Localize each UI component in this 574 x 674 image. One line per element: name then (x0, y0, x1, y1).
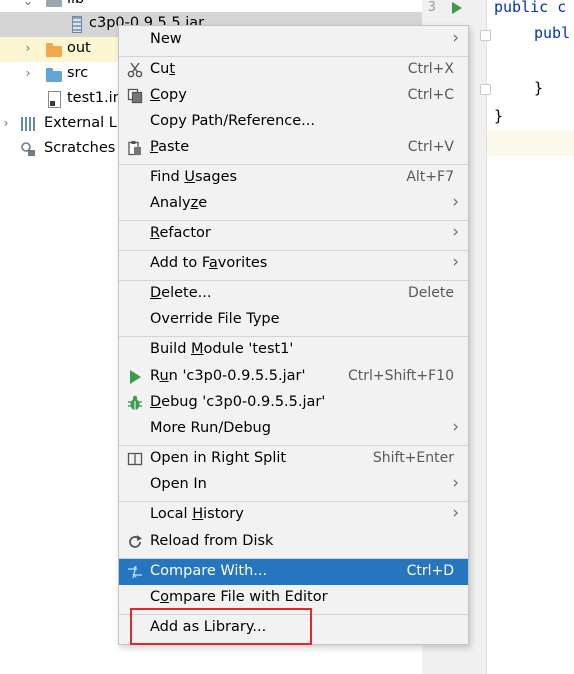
menu-item-label: More Run/Debug (150, 420, 271, 436)
menu-item-more-run-debug[interactable]: More Run/Debug › (119, 416, 468, 442)
current-line-highlight (487, 130, 574, 156)
code-line: } (494, 107, 504, 125)
menu-item-label: Cut (150, 61, 176, 77)
menu-item-label: Compare With... (150, 563, 268, 579)
code-line: public c (494, 0, 567, 16)
menu-item-label: New (150, 31, 182, 47)
shortcut-label: Ctrl+V (407, 139, 454, 155)
chevron-down-icon[interactable]: ⌄ (22, 0, 34, 8)
menu-item-label: Local History (150, 506, 244, 522)
menu-item-add-as-library[interactable]: Add as Library... (119, 615, 468, 641)
fold-marker-icon[interactable] (480, 84, 491, 95)
tree-label: out (67, 40, 91, 56)
menu-item-label: Add to Favorites (150, 255, 268, 271)
menu-item-label: Find Usages (150, 169, 238, 185)
shortcut-label: Ctrl+D (406, 563, 454, 579)
submenu-arrow-icon: › (452, 28, 459, 48)
submenu-arrow-icon: › (452, 473, 459, 493)
folder-icon (46, 0, 62, 7)
chevron-right-icon[interactable]: › (22, 41, 34, 55)
menu-item-label: Add as Library... (150, 619, 267, 635)
menu-item-label: Override File Type (150, 311, 280, 327)
line-number: 3 (428, 0, 436, 15)
tree-label: lib (67, 0, 84, 7)
menu-item-refactor[interactable]: Refactor › (119, 221, 468, 247)
library-icon (21, 117, 37, 131)
menu-item-copy-path[interactable]: Copy Path/Reference... (119, 109, 468, 135)
submenu-arrow-icon: › (452, 222, 459, 242)
scissors-icon (127, 62, 143, 78)
menu-item-label: Compare File with Editor (150, 589, 328, 605)
copy-icon (127, 88, 143, 104)
menu-item-compare-file-with-editor[interactable]: Compare File with Editor (119, 585, 468, 611)
submenu-arrow-icon: › (452, 252, 459, 272)
menu-item-new[interactable]: New › (119, 27, 468, 53)
menu-item-delete[interactable]: Delete... Delete (119, 281, 468, 307)
submenu-arrow-icon: › (452, 192, 459, 212)
run-gutter-icon[interactable] (452, 2, 462, 14)
menu-item-label: Build Module 'test1' (150, 341, 294, 357)
menu-item-label: Paste (150, 139, 190, 155)
reload-icon (127, 534, 143, 550)
menu-item-build-module[interactable]: Build Module 'test1' (119, 337, 468, 363)
menu-item-open-in[interactable]: Open In › (119, 472, 468, 498)
menu-item-label: Debug 'c3p0-0.9.5.5.jar' (150, 394, 326, 410)
bug-icon (127, 395, 143, 411)
scratches-icon (20, 141, 35, 156)
chevron-right-icon[interactable]: › (0, 116, 12, 130)
menu-item-label: Analyze (150, 195, 208, 211)
tree-label: src (67, 65, 89, 81)
code-line: } (534, 79, 544, 97)
menu-item-paste[interactable]: Paste Ctrl+V (119, 135, 468, 161)
submenu-arrow-icon: › (452, 503, 459, 523)
menu-item-label: Run 'c3p0-0.9.5.5.jar' (150, 368, 306, 384)
menu-item-add-favorites[interactable]: Add to Favorites › (119, 251, 468, 277)
menu-item-cut[interactable]: Cut Ctrl+X (119, 57, 468, 83)
menu-item-label: Refactor (150, 225, 211, 241)
menu-item-open-right-split[interactable]: Open in Right Split Shift+Enter (119, 446, 468, 472)
code-editor[interactable] (487, 0, 574, 674)
context-menu: New › Cut Ctrl+X Copy Ctrl+C Copy Path/R… (118, 25, 469, 645)
menu-item-local-history[interactable]: Local History › (119, 502, 468, 528)
jar-icon (72, 16, 82, 33)
shortcut-label: Ctrl+Shift+F10 (347, 368, 454, 384)
menu-item-run[interactable]: Run 'c3p0-0.9.5.5.jar' Ctrl+Shift+F10 (119, 364, 468, 390)
menu-item-compare-with[interactable]: Compare With... Ctrl+D (119, 559, 468, 585)
split-icon (127, 451, 143, 467)
clipboard-icon (127, 140, 143, 156)
chevron-right-icon[interactable]: › (22, 66, 34, 80)
menu-item-reload-from-disk[interactable]: Reload from Disk (119, 529, 468, 555)
shortcut-label: Ctrl+C (407, 87, 454, 103)
menu-item-find-usages[interactable]: Find Usages Alt+F7 (119, 165, 468, 191)
play-icon (127, 369, 143, 385)
menu-item-debug[interactable]: Debug 'c3p0-0.9.5.5.jar' (119, 390, 468, 416)
compare-icon (127, 564, 143, 580)
folder-icon (46, 68, 62, 82)
submenu-arrow-icon: › (452, 417, 459, 437)
code-line: publ (534, 24, 571, 42)
shortcut-label: Shift+Enter (372, 450, 454, 466)
folder-icon (46, 43, 62, 57)
menu-item-analyze[interactable]: Analyze › (119, 191, 468, 217)
menu-item-label: Open In (150, 476, 207, 492)
shortcut-label: Delete (408, 285, 454, 301)
shortcut-label: Alt+F7 (406, 169, 454, 185)
menu-item-copy[interactable]: Copy Ctrl+C (119, 83, 468, 109)
shortcut-label: Ctrl+X (407, 61, 454, 77)
menu-item-label: Reload from Disk (150, 533, 274, 549)
fold-marker-icon[interactable] (480, 30, 491, 41)
menu-item-label: Open in Right Split (150, 450, 287, 466)
menu-item-label: Delete... (150, 285, 212, 301)
menu-item-override-file-type[interactable]: Override File Type (119, 307, 468, 333)
menu-item-label: Copy Path/Reference... (150, 113, 315, 129)
module-file-icon (48, 91, 61, 108)
menu-item-label: Copy (150, 87, 187, 103)
